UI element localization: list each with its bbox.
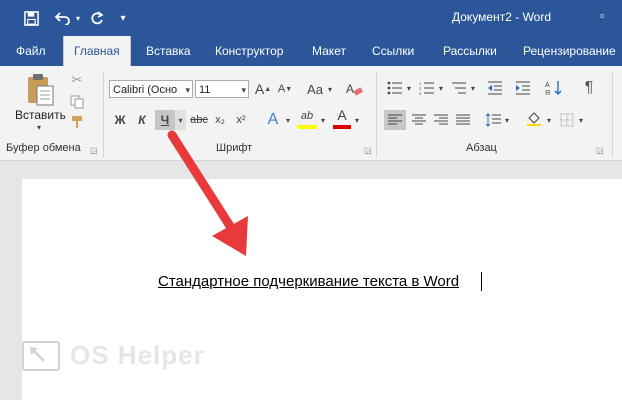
watermark-text: OS Helper [70,340,205,370]
watermark: OS Helper [22,340,205,371]
watermark-logo-icon [22,340,60,371]
